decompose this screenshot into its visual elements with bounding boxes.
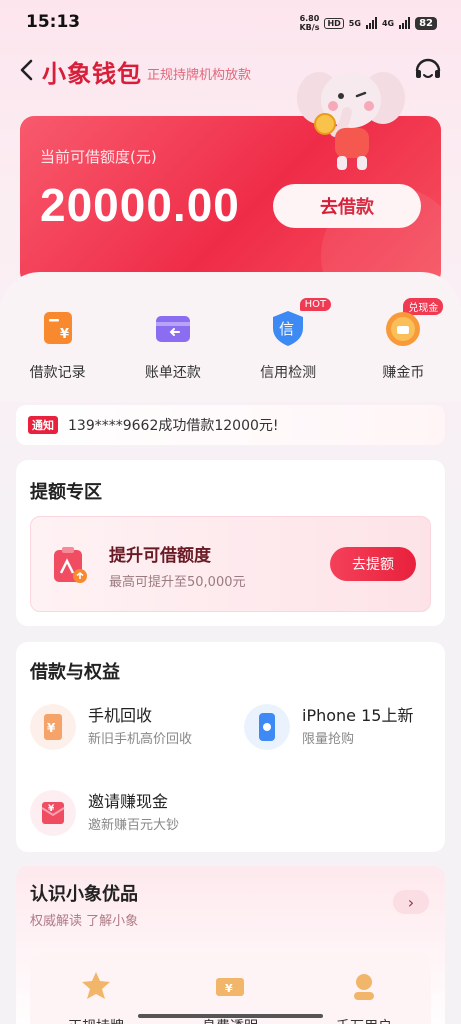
ticket-icon: ¥ [216,978,244,996]
elephant-mascot-icon [297,72,405,170]
svg-text:¥: ¥ [225,982,233,995]
svg-text:¥: ¥ [48,804,55,814]
boost-title: 提升可借额度 [109,546,211,566]
network-5g-label: 5G [348,18,361,28]
section-title: 提额专区 [30,482,102,503]
quick-action-loan-record[interactable]: ¥ 借款记录 [0,304,115,384]
know-section: 认识小象优品 权威解读 了解小象 › 正规持牌 ¥ 息费透明 千万用户 [16,866,445,1024]
bill-repay-icon [155,316,190,342]
benefit-desc: 邀新赚百元大钞 [88,818,180,833]
page-subtitle: 正规持牌机构放款 [147,68,252,83]
network-speed-value: 6.80 [299,14,320,23]
feature-licensed: 正规持牌 [46,970,146,1024]
notice-bar[interactable]: 通知 139****9662成功借款12000元! [16,405,445,445]
boost-button[interactable]: 去提额 [330,547,416,581]
red-envelope-icon: ¥ [30,790,76,836]
boost-section: 提额专区 提升可借额度 最高可提升至50,000元 去提额 [16,460,445,626]
quick-action-bill-repay[interactable]: 账单还款 [115,304,230,384]
benefits-section: 借款与权益 ¥ 手机回收 新旧手机高价回收 iPhone 15上新 限量抢购 ¥… [16,642,445,852]
signal-icon-2 [399,17,411,29]
section-title: 借款与权益 [30,662,120,683]
quick-action-earn-coins[interactable]: 兑现金 赚金币 [346,298,461,384]
quick-action-label: 账单还款 [144,365,201,381]
back-icon[interactable] [18,58,38,82]
quick-actions: ¥ 借款记录 账单还款 HOT 信 信用检测 兑现金 赚金币 [0,298,461,384]
credit-check-icon: 信 [273,311,304,346]
section-title: 认识小象优品 [30,884,138,905]
svg-text:¥: ¥ [47,721,56,735]
benefit-phone-recycle[interactable]: ¥ 手机回收 新旧手机高价回收 [30,700,230,756]
benefit-desc: 限量抢购 [302,732,355,747]
quick-action-label: 赚金币 [382,365,425,381]
quick-action-label: 信用检测 [260,365,317,381]
feature-users: 千万用户 [314,970,414,1024]
coin-icon [386,312,421,346]
customer-service-icon[interactable] [413,54,443,84]
feature-label: 千万用户 [314,1016,414,1024]
know-subtitle: 权威解读 了解小象 [30,914,139,929]
status-indicators: 6.80 KB/s HD 5G 4G 82 [299,14,437,32]
network-4g-label: 4G [381,18,395,28]
battery-icon: 82 [415,16,437,30]
star-badge-icon [82,972,110,999]
boost-desc: 最高可提升至50,000元 [109,575,246,590]
network-speed: 6.80 KB/s [299,14,319,32]
iphone-icon [244,704,290,750]
page-title: 小象钱包 [42,60,142,88]
benefit-title: 邀请赚现金 [88,792,169,811]
status-time: 15:13 [26,12,81,32]
boost-clipboard-icon [54,547,87,583]
benefit-desc: 新旧手机高价回收 [88,732,193,747]
boost-card[interactable]: 提升可借额度 最高可提升至50,000元 去提额 [30,516,431,612]
user-icon [354,974,374,1000]
network-speed-unit: KB/s [299,23,320,32]
hd-icon: HD [324,17,344,29]
home-indicator[interactable] [138,1014,323,1018]
phone-recycle-icon: ¥ [30,704,76,750]
borrow-button[interactable]: 去借款 [273,184,421,228]
notice-tag: 通知 [28,416,58,434]
loan-record-icon: ¥ [43,312,72,344]
benefit-title: iPhone 15上新 [302,706,414,725]
benefit-iphone[interactable]: iPhone 15上新 限量抢购 [244,700,444,756]
quick-action-label: 借款记录 [29,365,86,381]
benefit-title: 手机回收 [88,706,153,725]
signal-icon [365,17,377,29]
svg-text:信: 信 [279,320,294,338]
feature-label: 正规持牌 [46,1016,146,1024]
svg-text:¥: ¥ [60,327,69,342]
chevron-right-icon[interactable]: › [393,890,429,914]
notice-text: 139****9662成功借款12000元! [68,418,279,434]
quick-action-credit-check[interactable]: HOT 信 信用检测 [231,298,346,384]
credit-label: 当前可借额度(元) [40,148,157,166]
benefit-invite[interactable]: ¥ 邀请赚现金 邀新赚百元大钞 [30,786,230,842]
credit-amount: 20000.00 [40,179,240,231]
status-bar: 15:13 6.80 KB/s HD 5G 4G 82 [0,0,461,44]
